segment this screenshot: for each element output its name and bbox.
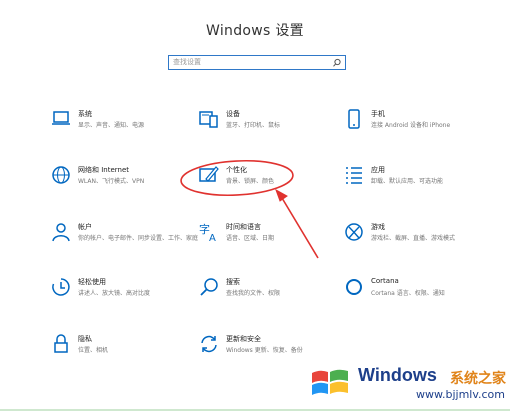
window-title: Windows 设置	[206, 23, 304, 39]
settings-item-ease-of-access[interactable]: 轻松使用 讲述人、放大镜、高对比度	[50, 276, 200, 310]
time-language-icon: 字 A	[199, 222, 216, 243]
item-name: 应用	[371, 166, 385, 174]
cortana-icon	[346, 279, 362, 295]
item-desc: Windows 更新、恢复、备份	[226, 347, 303, 354]
settings-item-time-language[interactable]: 字 A 时间和语言 语音、区域、日期	[198, 221, 348, 255]
settings-item-devices[interactable]: 设备 蓝牙、打印机、鼠标	[198, 108, 348, 142]
item-name: 游戏	[371, 223, 385, 231]
item-name: 设备	[226, 110, 240, 118]
item-name: 轻松使用	[78, 278, 106, 286]
settings-item-network[interactable]: 网络和 Internet WLAN、飞行模式、VPN	[50, 164, 200, 198]
svg-text:A: A	[209, 233, 216, 243]
item-desc: 显示、声音、通知、电源	[78, 122, 145, 129]
item-desc: 游戏栏、截屏、直播、游戏模式	[371, 235, 456, 242]
devices-icon	[199, 111, 218, 128]
item-desc: 查找我的文件、权限	[226, 290, 281, 297]
watermark-url: www.bjjmlv.com	[416, 388, 505, 401]
item-desc: 语音、区域、日期	[226, 235, 275, 242]
item-name: 个性化	[226, 166, 247, 174]
xbox-icon	[345, 223, 363, 241]
update-icon	[201, 335, 217, 353]
item-name: 更新和安全	[226, 335, 261, 343]
item-desc: 背景、锁屏、颜色	[226, 178, 275, 185]
lock-icon	[54, 334, 68, 353]
item-desc: 讲述人、放大镜、高对比度	[78, 290, 151, 297]
item-desc: 连接 Android 设备和 iPhone	[371, 122, 451, 129]
item-name: 隐私	[78, 335, 92, 343]
search-box[interactable]: 查找设置	[168, 55, 346, 70]
watermark-brand: Windows	[358, 365, 437, 385]
watermark: Windows 系统之家 www.bjjmlv.com	[300, 361, 506, 405]
settings-item-personalization[interactable]: 个性化 背景、锁屏、颜色	[198, 164, 348, 198]
settings-item-privacy[interactable]: 隐私 位置、相机	[50, 333, 200, 367]
item-desc: 你的帐户、电子邮件、同步设置、工作、家庭	[78, 235, 199, 242]
search-input[interactable]: 查找设置	[173, 57, 201, 67]
phone-icon	[348, 109, 360, 129]
settings-item-apps[interactable]: 应用 卸载、默认应用、可选功能	[343, 164, 493, 198]
item-desc: 位置、相机	[78, 347, 109, 354]
item-desc: 蓝牙、打印机、鼠标	[226, 122, 281, 129]
item-name: 系统	[78, 110, 92, 118]
search-icon	[333, 58, 341, 67]
settings-item-system[interactable]: 系统 显示、声音、通知、电源	[50, 108, 200, 142]
person-icon	[52, 223, 70, 242]
laptop-icon	[52, 111, 70, 125]
apps-list-icon	[346, 167, 362, 184]
item-name: 时间和语言	[226, 223, 261, 231]
settings-item-accounts[interactable]: 帐户 你的帐户、电子邮件、同步设置、工作、家庭	[50, 221, 200, 255]
windows-logo-icon	[312, 369, 348, 395]
item-desc: WLAN、飞行模式、VPN	[78, 178, 145, 185]
ease-of-access-icon	[52, 278, 70, 296]
globe-icon	[52, 166, 70, 184]
item-name: 手机	[371, 110, 385, 118]
item-name: 搜索	[226, 278, 240, 286]
settings-item-search[interactable]: 搜索 查找我的文件、权限	[198, 276, 348, 310]
item-name: 网络和 Internet	[78, 166, 130, 174]
search-icon	[200, 278, 218, 296]
settings-item-gaming[interactable]: 游戏 游戏栏、截屏、直播、游戏模式	[343, 221, 493, 255]
personalization-icon	[199, 166, 219, 182]
settings-item-cortana[interactable]: Cortana Cortana 语言、权限、通知	[343, 276, 493, 310]
watermark-cn: 系统之家	[450, 371, 506, 387]
settings-item-phone[interactable]: 手机 连接 Android 设备和 iPhone	[343, 108, 493, 142]
item-desc: 卸载、默认应用、可选功能	[371, 178, 444, 185]
item-desc: Cortana 语言、权限、通知	[371, 290, 445, 297]
item-name: 帐户	[78, 223, 92, 231]
item-name: Cortana	[371, 277, 399, 285]
